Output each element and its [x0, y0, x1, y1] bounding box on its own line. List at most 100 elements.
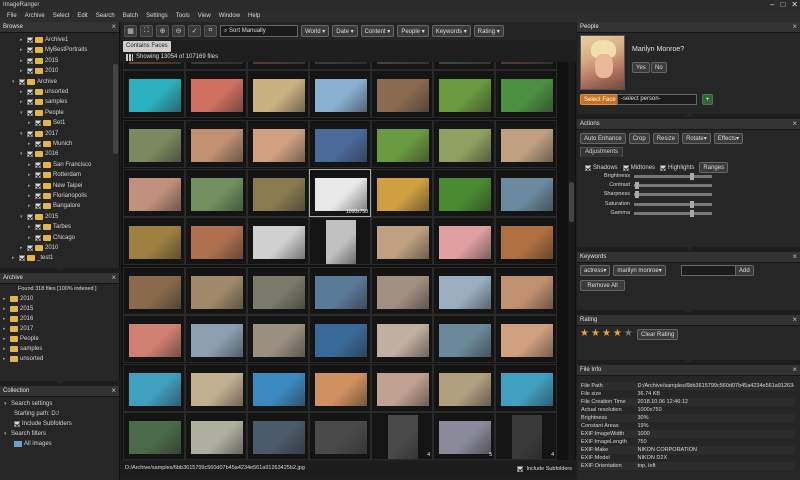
check-icon[interactable]: ✓: [188, 25, 201, 37]
filter-keywords-dropdown[interactable]: Keywords ▾: [431, 25, 471, 37]
thumbnail[interactable]: [185, 217, 247, 265]
expand-arrow-icon[interactable]: ▸: [20, 89, 25, 95]
tree-item[interactable]: ▸ 2010: [20, 243, 58, 253]
archive-item[interactable]: ▸ People: [3, 334, 39, 344]
tree-checkbox[interactable]: [27, 130, 33, 137]
close-icon[interactable]: ×: [111, 23, 116, 31]
thumbnail[interactable]: [433, 267, 495, 315]
menu-select[interactable]: Select: [49, 12, 74, 22]
thumbnail[interactable]: [185, 70, 247, 118]
thumbnail[interactable]: [433, 120, 495, 168]
archive-item[interactable]: ▸ 2010: [3, 294, 33, 304]
thumbnail[interactable]: [309, 217, 371, 265]
menu-settings[interactable]: Settings: [142, 12, 172, 22]
thumbnail[interactable]: [185, 412, 247, 460]
expand-arrow-icon[interactable]: ▾: [4, 431, 9, 437]
tree-checkbox[interactable]: [35, 224, 41, 231]
thumbnail[interactable]: [495, 315, 557, 363]
filter-content-dropdown[interactable]: Content ▾: [360, 25, 395, 37]
tree-checkbox[interactable]: [35, 234, 41, 241]
expand-arrow-icon[interactable]: ▸: [3, 326, 8, 332]
tab-adjustments[interactable]: Adjustments: [580, 147, 624, 157]
thumbnail[interactable]: [247, 267, 309, 315]
thumbnail[interactable]: [371, 217, 433, 265]
panel-splitter[interactable]: ⋯: [0, 267, 120, 273]
tree-item[interactable]: ▸ Bangalore: [28, 201, 80, 211]
filter-chip[interactable]: Contains Faces: [123, 41, 171, 52]
thumbnail[interactable]: [123, 62, 185, 70]
thumbnail[interactable]: [185, 315, 247, 363]
tree-item[interactable]: ▸ San Francisco: [28, 160, 91, 170]
thumbnail[interactable]: [123, 364, 185, 412]
slider-gamma[interactable]: [634, 209, 712, 217]
thumbnail[interactable]: [309, 62, 371, 70]
thumbnail-grid[interactable]: 1000x750 4 5 4: [121, 62, 576, 460]
thumbnail[interactable]: [495, 364, 557, 412]
thumbnail[interactable]: [433, 217, 495, 265]
checkbox[interactable]: [622, 164, 629, 171]
tree-item[interactable]: ▾ 2015: [20, 212, 58, 222]
close-icon[interactable]: ×: [792, 316, 797, 324]
expand-arrow-icon[interactable]: ▾: [20, 110, 25, 116]
thumbnail[interactable]: [123, 412, 185, 460]
expand-arrow-icon[interactable]: ▾: [20, 214, 25, 220]
tree-item[interactable]: ▸ New Taipei: [28, 181, 82, 191]
thumbnail[interactable]: [185, 364, 247, 412]
close-icon[interactable]: ✕: [791, 0, 798, 12]
expand-arrow-icon[interactable]: ▾: [20, 151, 25, 157]
slider-knob[interactable]: [689, 209, 694, 217]
thumbnail[interactable]: [309, 315, 371, 363]
filter-people-dropdown[interactable]: People ▾: [397, 25, 429, 37]
crop-icon[interactable]: ⌗: [204, 25, 217, 37]
include-subfolders-checkbox[interactable]: [14, 421, 20, 427]
thumbnail[interactable]: [185, 267, 247, 315]
expand-arrow-icon[interactable]: ▸: [3, 296, 8, 302]
thumbnail[interactable]: [123, 169, 185, 217]
rotate-button[interactable]: Rotate ▾: [682, 133, 711, 144]
thumbnail[interactable]: 5: [433, 412, 495, 460]
thumbnail[interactable]: 4: [495, 412, 557, 460]
thumbnail[interactable]: [247, 169, 309, 217]
thumbnail[interactable]: [495, 62, 557, 70]
thumbnail[interactable]: [247, 315, 309, 363]
minimize-icon[interactable]: –: [770, 0, 774, 12]
expand-arrow-icon[interactable]: ▸: [28, 120, 33, 126]
tree-item[interactable]: ▸ Rotterdam: [28, 170, 81, 180]
close-icon[interactable]: ×: [792, 253, 797, 261]
thumbnail[interactable]: [185, 62, 247, 70]
close-icon[interactable]: ×: [111, 387, 116, 395]
keyword-tag[interactable]: actress ▾: [580, 265, 611, 276]
close-icon[interactable]: ×: [792, 23, 797, 31]
thumbnail[interactable]: [309, 412, 371, 460]
thumbnail[interactable]: [247, 70, 309, 118]
tree-checkbox[interactable]: [19, 255, 25, 262]
thumbnail[interactable]: [309, 120, 371, 168]
expand-arrow-icon[interactable]: ▾: [20, 131, 25, 137]
slider-knob[interactable]: [689, 200, 694, 208]
collection-item[interactable]: ▾ Search filters: [4, 429, 46, 439]
thumbnail[interactable]: [309, 267, 371, 315]
tree-item[interactable]: ▸ unsorted: [20, 87, 68, 97]
include-subfolders-checkbox[interactable]: [517, 466, 524, 472]
tree-checkbox[interactable]: [35, 193, 41, 199]
grid-scrollbar[interactable]: [568, 62, 575, 460]
tree-checkbox[interactable]: [27, 47, 33, 54]
thumbnail[interactable]: [433, 315, 495, 363]
remove-all-button[interactable]: Remove All: [580, 280, 625, 291]
tree-checkbox[interactable]: [27, 57, 33, 64]
archive-item[interactable]: ▸ 2016: [3, 314, 33, 324]
expand-arrow-icon[interactable]: ▸: [28, 162, 33, 168]
tree-item[interactable]: ▸ Munich: [28, 139, 72, 149]
crop-button[interactable]: Crop: [628, 133, 650, 144]
expand-arrow-icon[interactable]: ▸: [20, 58, 25, 64]
add-person-button[interactable]: +: [702, 94, 713, 105]
expand-arrow-icon[interactable]: ▸: [20, 99, 25, 105]
archive-item[interactable]: ▸ 2017: [3, 324, 33, 334]
close-icon[interactable]: ×: [111, 274, 116, 282]
slider-knob[interactable]: [635, 191, 640, 199]
menu-tools[interactable]: Tools: [172, 12, 194, 22]
tree-item[interactable]: ▸ 2010: [20, 66, 58, 76]
expand-arrow-icon[interactable]: ▸: [28, 193, 33, 199]
tree-item[interactable]: ▸ Tarbes: [28, 222, 71, 232]
thumbnail[interactable]: [309, 364, 371, 412]
